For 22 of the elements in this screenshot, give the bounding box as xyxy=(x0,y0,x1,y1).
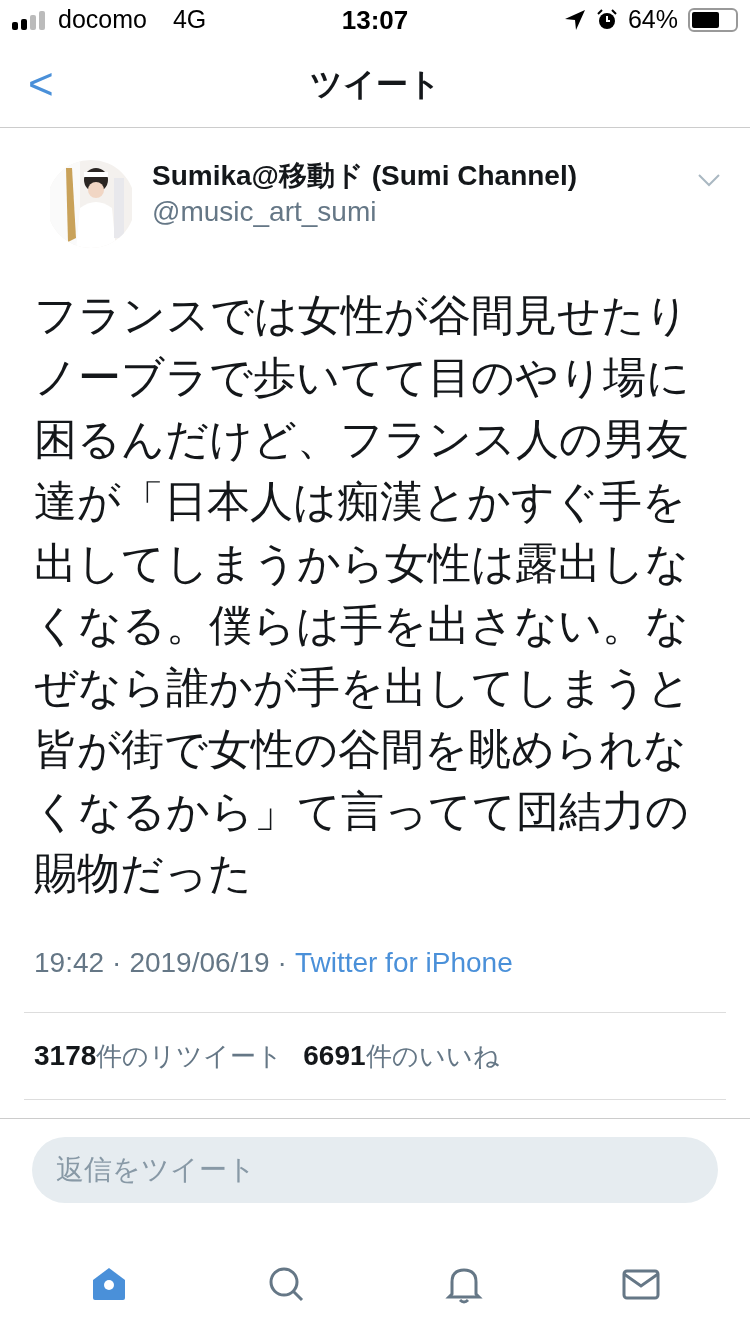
separator-dot: · xyxy=(277,946,287,980)
author-name: Sumika@移動ド (Sumi Channel) xyxy=(152,159,579,193)
stat-label: 件のいいね xyxy=(365,1040,500,1073)
battery-percent: 64% xyxy=(627,4,678,36)
back-button[interactable]: < xyxy=(20,61,62,106)
page-title: ツイート xyxy=(309,64,441,104)
reply-field[interactable]: 返信をツイート xyxy=(32,1137,718,1203)
status-time: 13:07 xyxy=(341,3,409,37)
stat-label: 件のリツイート xyxy=(96,1040,284,1073)
stat-count: 6691 xyxy=(303,1039,366,1073)
battery-icon xyxy=(688,8,738,32)
carrier-name: docomo xyxy=(58,4,147,36)
network-type: 4G xyxy=(172,4,207,36)
tweet-date: 2019/06/19 xyxy=(129,946,270,980)
tweet-text: フランスでは女性が谷間見せたりノーブラで歩いてて目のやり場に困るんだけど、フランス人の男友達が「日本人は痴漢とかすぐ手を出してしまうから女性は露出しなくなる。僕らは手を出さない。なぜなら誰かが手を出してしまうと皆が街で女性の谷間を眺められなくなるから」て言ってて団結力の賜物だった xyxy=(34,290,692,899)
alarm-icon xyxy=(595,9,618,31)
location-icon xyxy=(563,9,586,31)
separator-dot: · xyxy=(112,946,122,980)
source-link[interactable]: Twitter for iPhone xyxy=(294,942,513,984)
stat-count: 3178 xyxy=(34,1039,97,1073)
author-handle: @music_art_sumi xyxy=(152,195,378,229)
tweet-time: 19:42 xyxy=(34,946,105,980)
